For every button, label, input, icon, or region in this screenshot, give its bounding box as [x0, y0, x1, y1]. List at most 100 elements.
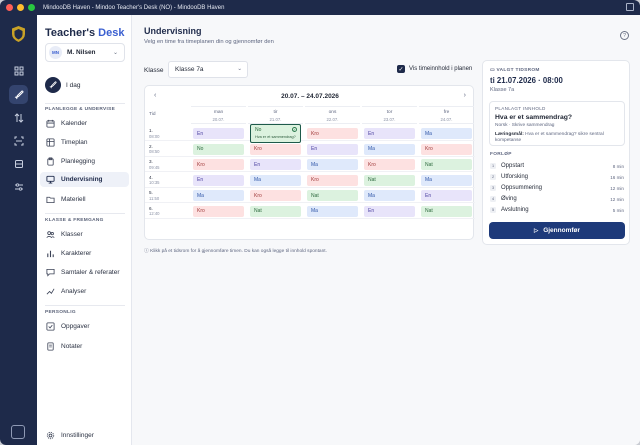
lesson-subject: En [311, 146, 318, 152]
rail-sync-button[interactable] [9, 108, 28, 127]
section-personal: PERSONLIG [45, 310, 76, 315]
sidebar-item-label: Undervisning [61, 176, 103, 183]
minimize-window-button[interactable] [17, 4, 24, 11]
lesson-slot[interactable]: En [193, 174, 244, 186]
lesson-slot[interactable]: En [364, 205, 415, 217]
period-label: 4. 10:35 [149, 175, 159, 186]
lesson-slot[interactable]: Ma [307, 159, 358, 170]
close-window-button[interactable] [6, 4, 13, 11]
step-name: Avslutning [501, 207, 529, 213]
period-row: 6. 12:40 Kro Nat Ma En Nat [145, 204, 475, 219]
week-navigation: ‹ 20.07. – 24.07.2026 › [145, 90, 475, 104]
user-switcher[interactable]: MN M. Nilsen ⌄ [45, 43, 125, 62]
day-name: ons [328, 110, 337, 115]
lesson-slot[interactable]: Ma [364, 143, 415, 155]
sidebar-item-oppgaver[interactable]: Oppgaver [40, 319, 129, 334]
grid-icon [14, 66, 23, 75]
rail-database-button[interactable] [9, 154, 28, 173]
sidebar-item-innstillinger[interactable]: Innstillinger [40, 428, 129, 443]
sidebar-item-label: Materiell [61, 196, 86, 203]
rail-dashboard-button[interactable] [9, 61, 28, 80]
sidebar-item-timeplan[interactable]: Timeplan [40, 135, 129, 150]
lesson-slot[interactable]: En [364, 128, 415, 139]
lesson-slot[interactable]: Kro [193, 205, 244, 217]
help-icon[interactable]: ? [620, 31, 629, 40]
start-lesson-button[interactable]: ▷ Gjennomfør [489, 222, 625, 239]
window-title: MindooDB Haven - Mindoo Teacher's Desk (… [43, 4, 225, 11]
lesson-slot[interactable]: En [307, 143, 358, 155]
lesson-slot[interactable]: Kro [250, 190, 301, 201]
lesson-slot[interactable]: Kro [250, 143, 301, 155]
lesson-slot[interactable]: En [421, 190, 472, 201]
schedule-icon [46, 138, 55, 147]
lesson-slot[interactable]: Kro [364, 159, 415, 170]
sidebar-item-planlegging[interactable]: Planlegging [40, 154, 129, 169]
divider [45, 103, 125, 104]
day-header: tor 23.07. [362, 106, 417, 124]
rail-teaching-button[interactable] [9, 85, 28, 104]
lesson-slot[interactable]: Kro [193, 159, 244, 170]
planned-content-box: PLANLAGT INNHOLD Hva er et sammendrag? N… [489, 101, 625, 146]
lesson-slot[interactable]: Ma [421, 128, 472, 139]
sidebar-item-klasser[interactable]: Klasser [40, 227, 129, 242]
lesson-subject: Kro [197, 208, 205, 214]
sidebar-item-samtaler[interactable]: Samtaler & referater [40, 265, 129, 280]
lesson-slot[interactable]: No Hva er et sammendrag? ✓ [250, 124, 301, 143]
sidebar-item-notater[interactable]: Notater [40, 339, 129, 354]
sidebar-toggle-icon[interactable] [11, 425, 25, 439]
lesson-slot[interactable]: No [193, 143, 244, 155]
lesson-slot[interactable]: Nat [421, 205, 472, 217]
page-subtitle: Velg en time fra timeplanen din og gjenn… [144, 39, 274, 45]
sidebar-item-undervisning[interactable]: Undervisning [40, 172, 129, 187]
rail-sliders-button[interactable] [9, 177, 28, 196]
lesson-subject: No [197, 146, 204, 152]
lesson-slot[interactable]: En [193, 128, 244, 139]
chevron-right-icon[interactable]: › [464, 92, 466, 99]
sliders-icon [14, 182, 23, 191]
lesson-slot[interactable]: Kro [421, 143, 472, 155]
class-select[interactable]: Klasse 7a ⌄ [168, 61, 248, 78]
sidebar-item-materiell[interactable]: Materiell [40, 192, 129, 207]
lesson-slot[interactable]: Nat [364, 174, 415, 186]
sidebar-item-karakterer[interactable]: Karakterer [40, 246, 129, 261]
show-content-checkbox[interactable]: ✓ [397, 65, 405, 73]
hint-text: ⓘ Klikk på et tidsrom for å gjennomføre … [144, 247, 327, 254]
lesson-slot[interactable]: Nat [307, 190, 358, 201]
lesson-slot[interactable]: Ma [193, 190, 244, 201]
lesson-subject: Kro [425, 146, 433, 152]
lesson-slot[interactable]: Kro [307, 128, 358, 139]
sync-arrows-icon [14, 112, 23, 123]
chevron-down-icon: ⌄ [112, 50, 118, 56]
app-brand: Teacher's Desk [45, 27, 124, 39]
sidebar-item-analyser[interactable]: Analyser [40, 284, 129, 299]
day-header: tir 21.07. [248, 106, 303, 124]
panel-kicker: ▭ VALGT TIDSROM [490, 68, 540, 73]
day-header: man 20.07. [191, 106, 246, 124]
lesson-slot[interactable]: Ma [364, 190, 415, 201]
sidebar-item-kalender[interactable]: Kalender [40, 116, 129, 131]
lesson-slot[interactable]: En [250, 159, 301, 170]
external-window-icon[interactable] [626, 3, 634, 11]
sidebar-item-label: Kalender [61, 120, 88, 127]
slot-class: Klasse 7a [490, 87, 515, 93]
lesson-subject: En [425, 192, 432, 199]
maximize-window-button[interactable] [28, 4, 35, 11]
trend-icon [46, 288, 55, 295]
today-button[interactable]: I dag [45, 77, 80, 93]
lesson-slot[interactable]: Ma [421, 174, 472, 186]
lesson-slot[interactable]: Ma [307, 205, 358, 217]
lesson-slot[interactable]: Nat [250, 205, 301, 217]
step-name: Utforsking [501, 174, 529, 180]
lesson-slot[interactable]: Nat [421, 159, 472, 170]
lesson-subject: En [197, 130, 204, 137]
step-number: 1 [490, 163, 496, 169]
lesson-slot[interactable]: Kro [307, 174, 358, 186]
flow-step: 5 Avslutning 5 min [490, 205, 624, 215]
lesson-subject: Kro [311, 130, 319, 137]
lesson-slot[interactable]: Ma [250, 174, 301, 186]
goal-label: Læringsmål: [495, 132, 524, 137]
start-lesson-label: Gjennomfør [543, 227, 581, 234]
app-window: MindooDB Haven - Mindoo Teacher's Desk (… [0, 0, 640, 445]
rail-scan-button[interactable] [9, 131, 28, 150]
brand-part-1: Teacher's [45, 27, 99, 39]
